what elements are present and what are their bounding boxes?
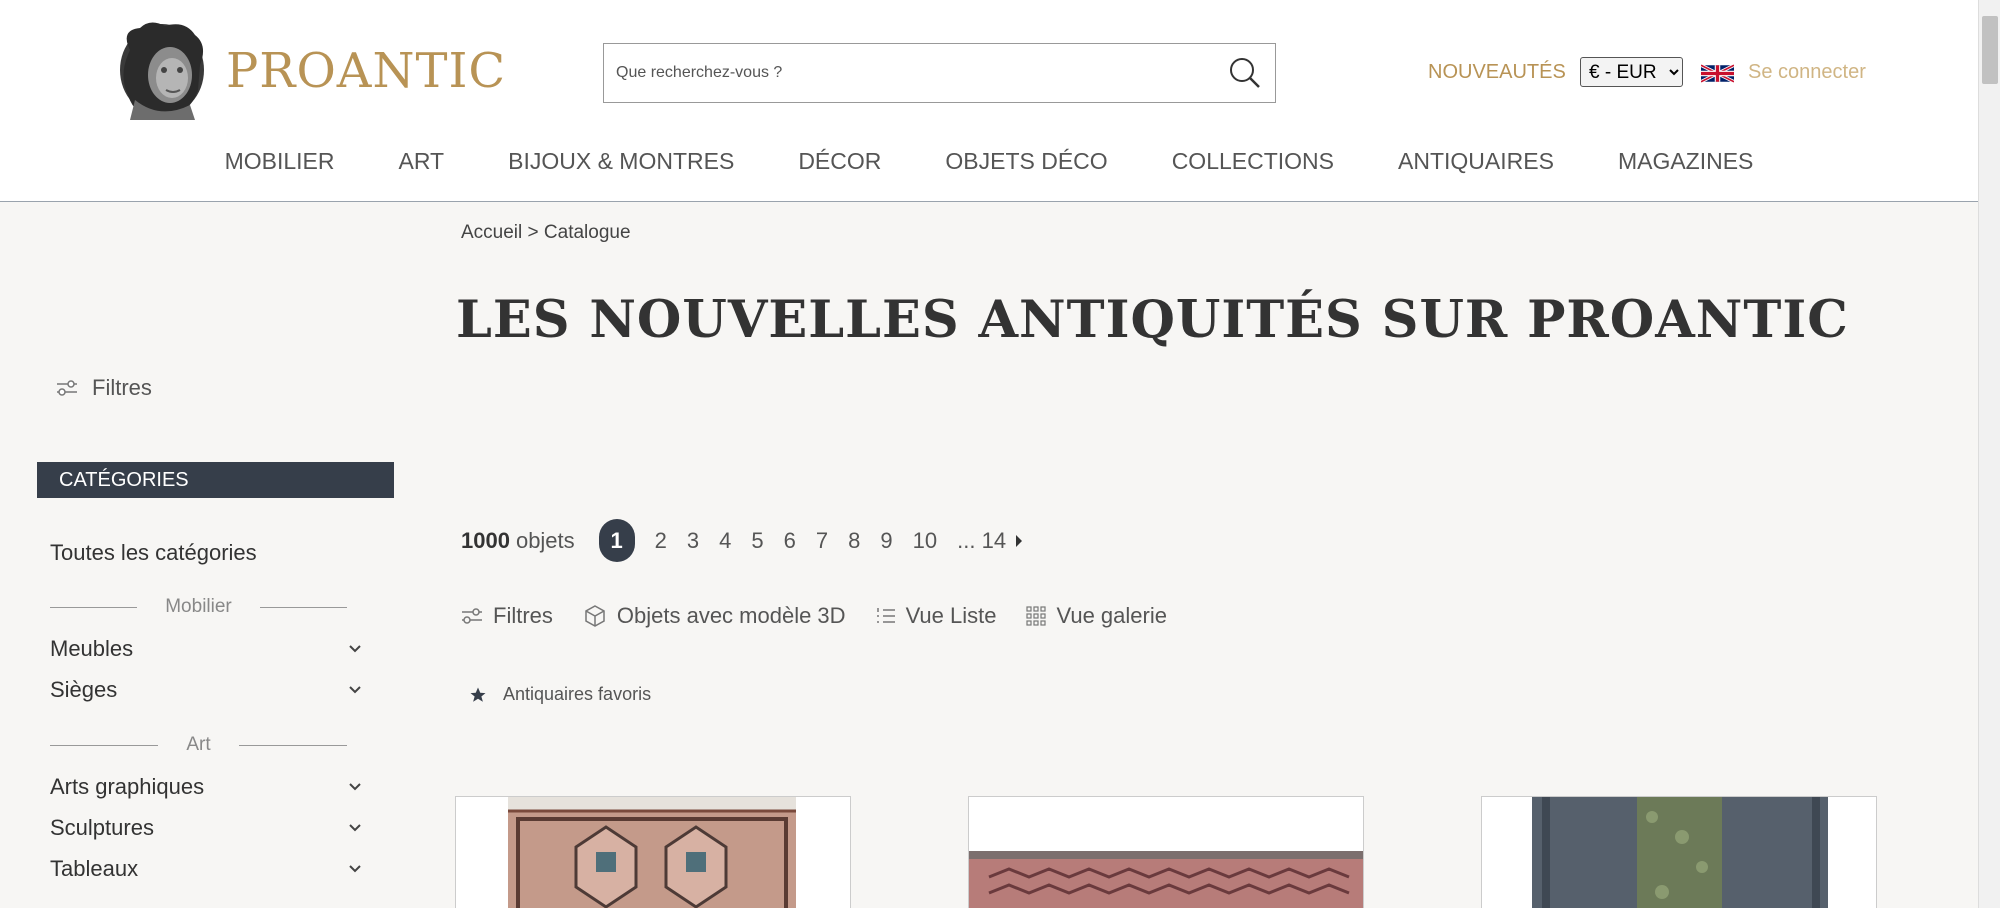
- category-group-divider: Art: [50, 734, 347, 756]
- page-link[interactable]: 4: [719, 528, 731, 554]
- page-link[interactable]: 2: [655, 528, 667, 554]
- cube-3d-icon: [585, 605, 605, 627]
- breadcrumb: Accueil > Catalogue: [461, 222, 631, 244]
- category-group-label: Mobilier: [165, 596, 232, 617]
- page-link-active[interactable]: 1: [598, 519, 635, 562]
- product-card[interactable]: [455, 796, 851, 908]
- chevron-down-icon[interactable]: [348, 782, 362, 792]
- breadcrumb-current: Catalogue: [543, 222, 631, 243]
- star-icon: [470, 687, 486, 702]
- breadcrumb-separator: >: [527, 222, 539, 243]
- result-count-unit: objets: [515, 527, 575, 553]
- page-link[interactable]: 10: [913, 528, 937, 554]
- sidebar-item-sculptures[interactable]: Sculptures: [50, 815, 362, 841]
- chevron-down-icon[interactable]: [348, 644, 362, 654]
- categories-header: CATÉGORIES: [37, 462, 394, 498]
- 3d-objects-filter[interactable]: Objets avec modèle 3D: [583, 603, 846, 629]
- grid-view-icon: [1026, 606, 1047, 626]
- site-header: PROANTIC NOUVEAUTÉS € - EUR Se connecter…: [0, 0, 1978, 202]
- page-link[interactable]: 3: [687, 528, 699, 554]
- site-logo[interactable]: PROANTIC: [110, 20, 506, 122]
- sidebar-item-label: Sculptures: [50, 815, 154, 840]
- nav-mobilier[interactable]: MOBILIER: [225, 148, 335, 175]
- login-link[interactable]: Se connecter: [1748, 61, 1866, 84]
- sidebar-item-sieges[interactable]: Sièges: [50, 677, 362, 703]
- sidebar-item-label: Sièges: [50, 677, 118, 702]
- nav-collections[interactable]: COLLECTIONS: [1172, 148, 1334, 175]
- 3d-objects-label: Objets avec modèle 3D: [616, 603, 846, 628]
- nav-magazines[interactable]: MAGAZINES: [1618, 148, 1753, 175]
- pagination: 1000 objets 1 2 3 4 5 6 7 8 9 10 ... 14: [461, 519, 1024, 562]
- sidebar-item-label: Tableaux: [50, 856, 139, 881]
- new-arrivals-link[interactable]: NOUVEAUTÉS: [1428, 61, 1566, 84]
- next-page-icon[interactable]: [1014, 533, 1024, 549]
- gallery-view-button[interactable]: Vue galerie: [1026, 603, 1167, 629]
- filters-label: Filtres: [493, 603, 553, 628]
- sidebar-item-tableaux[interactable]: Tableaux: [50, 856, 362, 882]
- nav-objets-deco[interactable]: OBJETS DÉCO: [945, 148, 1107, 175]
- page-scrollbar[interactable]: [1978, 0, 2000, 908]
- view-toolbar: Filtres Objets avec modèle 3D Vue Liste …: [461, 603, 1197, 629]
- search-input[interactable]: [604, 44, 1215, 102]
- product-card[interactable]: [968, 796, 1364, 908]
- list-view-button[interactable]: Vue Liste: [876, 603, 997, 629]
- nav-art[interactable]: ART: [399, 148, 445, 175]
- red-kilim-rug-photo: [969, 797, 1363, 908]
- uk-flag-icon[interactable]: [1701, 61, 1734, 86]
- page-link[interactable]: 7: [816, 528, 828, 554]
- chevron-down-icon[interactable]: [348, 685, 362, 695]
- category-group-divider: Mobilier: [50, 596, 347, 618]
- search-bar: [603, 43, 1276, 103]
- page-link[interactable]: 8: [848, 528, 860, 554]
- category-group-label: Art: [186, 734, 211, 755]
- result-count: 1000: [461, 527, 510, 553]
- page-link[interactable]: 5: [751, 528, 763, 554]
- persian-rug-photo: [456, 797, 850, 908]
- filter-sliders-icon: [462, 608, 482, 624]
- all-categories-link[interactable]: Toutes les catégories: [50, 540, 257, 566]
- logo-wordmark: PROANTIC: [226, 43, 507, 99]
- bust-logo-icon: [120, 22, 204, 121]
- search-icon[interactable]: [1215, 43, 1275, 103]
- page-link[interactable]: 6: [784, 528, 796, 554]
- main-navigation: MOBILIER ART BIJOUX & MONTRES DÉCOR OBJE…: [0, 148, 1978, 175]
- list-view-icon: [876, 608, 895, 623]
- nav-decor[interactable]: DÉCOR: [798, 148, 881, 175]
- gallery-view-label: Vue galerie: [1056, 603, 1167, 628]
- scrollbar-thumb[interactable]: [1982, 16, 1998, 84]
- sidebar-item-arts-graphiques[interactable]: Arts graphiques: [50, 774, 362, 800]
- page-title: LES NOUVELLES ANTIQUITÉS SUR PROANTIC: [456, 290, 1849, 350]
- filter-sliders-icon: [57, 380, 77, 396]
- filters-button[interactable]: Filtres: [461, 603, 553, 629]
- nav-antiquaires[interactable]: ANTIQUAIRES: [1398, 148, 1554, 175]
- sidebar-filters-label: Filtres: [92, 375, 152, 400]
- nav-bijoux-montres[interactable]: BIJOUX & MONTRES: [508, 148, 734, 175]
- sidebar-filters-button[interactable]: Filtres: [56, 375, 152, 401]
- green-runner-rug-photo: [1482, 797, 1876, 908]
- sidebar-item-label: Arts graphiques: [50, 774, 205, 799]
- page-link-last[interactable]: ... 14: [957, 528, 1006, 554]
- favorite-dealers-filter[interactable]: Antiquaires favoris: [469, 684, 651, 705]
- sidebar-item-meubles[interactable]: Meubles: [50, 636, 362, 662]
- product-card[interactable]: [1481, 796, 1877, 908]
- favorite-dealers-label: Antiquaires favoris: [503, 684, 652, 704]
- sidebar-item-label: Meubles: [50, 636, 134, 661]
- chevron-down-icon[interactable]: [348, 823, 362, 833]
- list-view-label: Vue Liste: [905, 603, 997, 628]
- currency-select[interactable]: € - EUR: [1580, 57, 1683, 87]
- page-link[interactable]: 9: [880, 528, 892, 554]
- chevron-down-icon[interactable]: [348, 864, 362, 874]
- breadcrumb-home-link[interactable]: Accueil: [461, 222, 522, 243]
